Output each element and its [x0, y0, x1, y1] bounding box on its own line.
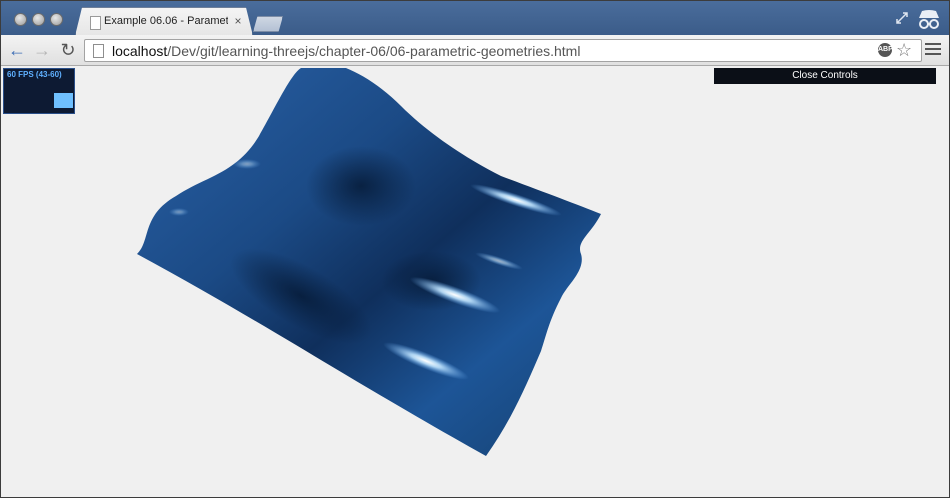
menu-icon[interactable]: [925, 43, 941, 57]
reload-icon[interactable]: ↻: [58, 40, 78, 60]
fps-stats-panel[interactable]: 60 FPS (43-60): [3, 68, 75, 114]
bookmark-star-icon[interactable]: ☆: [896, 40, 914, 60]
url-path: /Dev/git/learning-threejs/chapter-06/06-…: [167, 43, 581, 59]
tab-active[interactable]: Example 06.06 - Paramet ×: [75, 7, 253, 36]
address-bar[interactable]: localhost/Dev/git/learning-threejs/chapt…: [84, 39, 922, 62]
tab-strip: Example 06.06 - Paramet ×: [1, 1, 949, 35]
fps-text: 60 FPS (43-60): [7, 70, 62, 79]
incognito-icon: [919, 10, 939, 29]
page-icon: [90, 16, 101, 30]
toolbar: ← → ↻ localhost/Dev/git/learning-threejs…: [1, 35, 949, 66]
specular-highlight: [233, 159, 261, 169]
adblock-icon[interactable]: ABP: [878, 43, 893, 57]
tab-close-icon[interactable]: ×: [232, 14, 244, 28]
minimize-window-button[interactable]: [32, 13, 45, 26]
specular-highlight: [169, 208, 189, 216]
forward-arrow-icon[interactable]: →: [32, 40, 52, 60]
zoom-window-button[interactable]: [50, 13, 63, 26]
tab-title: Example 06.06 - Paramet: [104, 15, 228, 27]
close-window-button[interactable]: [14, 13, 27, 26]
back-arrow-icon[interactable]: ←: [7, 40, 27, 60]
url-host: localhost: [112, 43, 168, 59]
surface-mesh: [137, 68, 601, 456]
close-controls-button[interactable]: Close Controls: [714, 68, 936, 84]
fullscreen-icon[interactable]: [895, 11, 909, 25]
browser-window: Example 06.06 - Paramet × ← → ↻ localhos…: [0, 0, 950, 498]
surface-shadow: [306, 146, 416, 226]
fps-graph: [54, 93, 73, 108]
page-content: 60 FPS (43-60) Close Controls: [1, 66, 949, 497]
url-text: localhost/Dev/git/learning-threejs/chapt…: [112, 42, 580, 60]
page-icon: [93, 44, 104, 58]
parametric-surface[interactable]: [1, 66, 949, 497]
new-tab-button[interactable]: [253, 16, 283, 32]
